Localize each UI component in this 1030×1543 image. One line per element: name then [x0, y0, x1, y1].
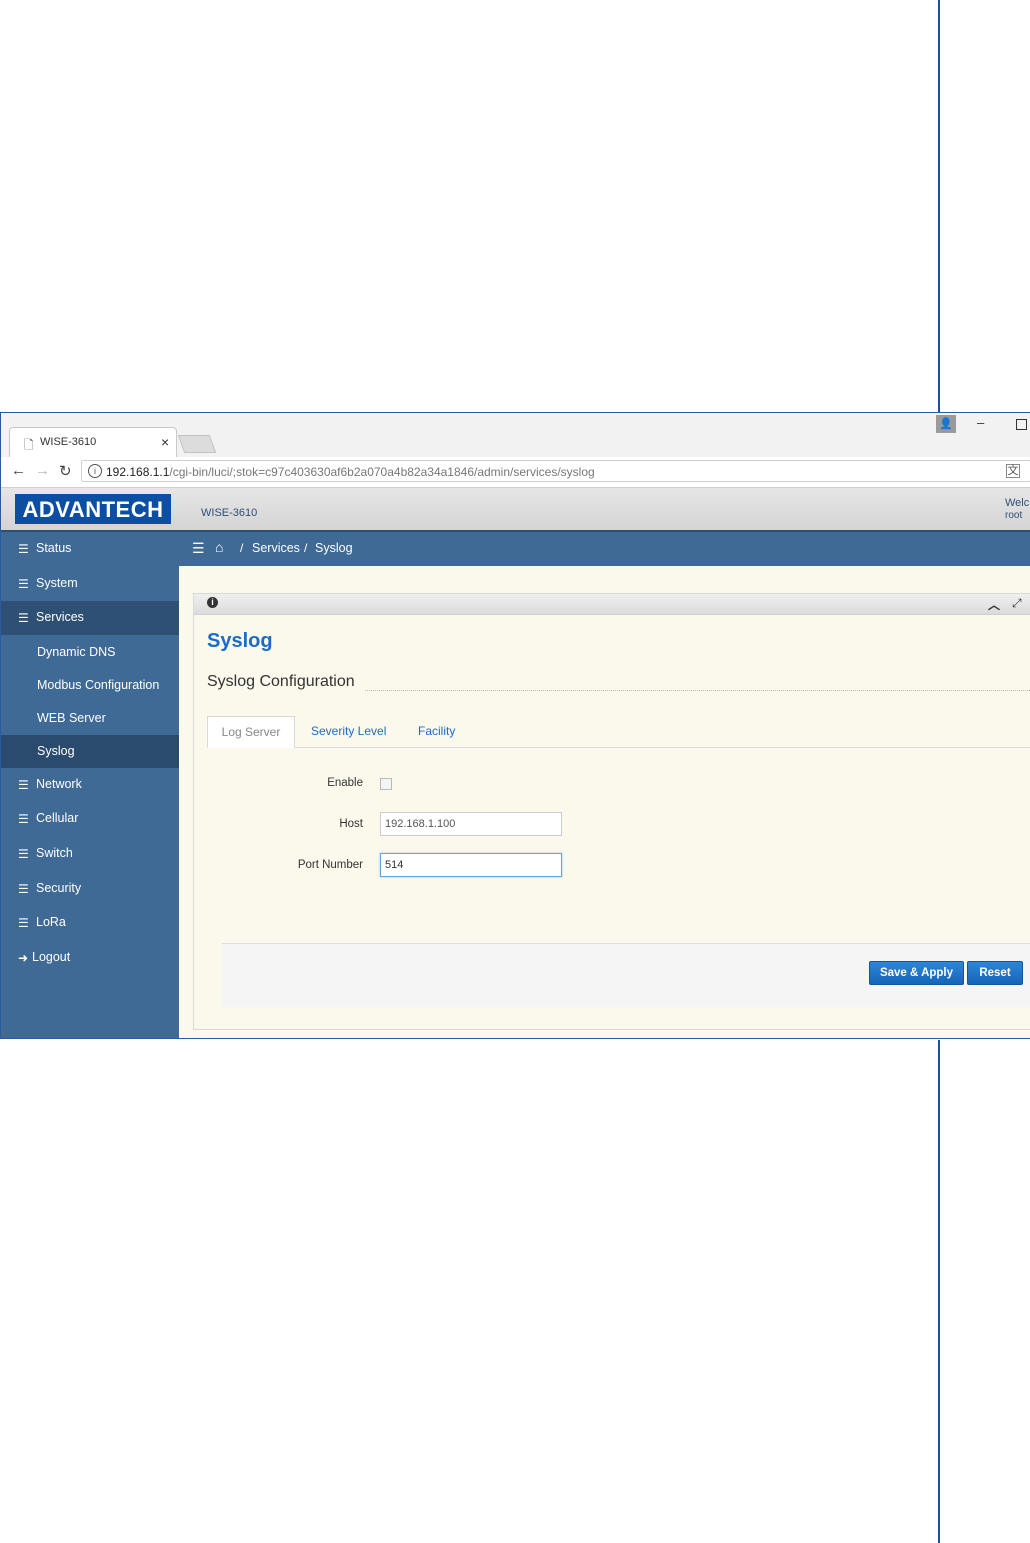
list-icon: ☰ [18, 916, 29, 930]
form-actions: Save & Apply Reset [222, 943, 1030, 1007]
url-text[interactable]: 192.168.1.1/cgi-bin/luci/;stok=c97c40363… [106, 465, 595, 479]
close-tab-icon[interactable]: × [161, 434, 169, 450]
maximize-icon[interactable] [1016, 419, 1027, 430]
sidebar-subitem-syslog[interactable]: Syslog [1, 735, 179, 768]
syslog-panel: i ︿ ⤢ Syslog Syslog Configuration Log Se… [193, 593, 1030, 1030]
new-tab-button[interactable] [177, 435, 217, 453]
browser-tabstrip: 🗋 WISE-3610 × 👤 – [1, 413, 1030, 457]
enable-label: Enable [327, 777, 363, 789]
list-icon: ☰ [18, 542, 29, 556]
section-divider [365, 690, 1030, 691]
forward-arrow-icon[interactable]: → [35, 462, 50, 479]
reset-button[interactable]: Reset [967, 961, 1023, 985]
sidebar-item-security[interactable]: ☰ Security [1, 872, 179, 906]
breadcrumb-separator: / [304, 541, 308, 555]
breadcrumb: ☰ ⌂ / Services / Syslog [179, 532, 1030, 566]
tab-facility[interactable]: Facility [418, 716, 455, 748]
menu-toggle-icon[interactable]: ☰ [192, 540, 205, 557]
sidebar-item-system[interactable]: ☰ System [1, 567, 179, 601]
page-icon: 🗋 [24, 438, 34, 452]
page-title: Syslog [207, 630, 273, 652]
breadcrumb-syslog: Syslog [315, 541, 353, 555]
list-icon: ☰ [18, 812, 29, 826]
tabs-divider [207, 747, 1030, 748]
reload-icon[interactable]: ↻ [59, 462, 72, 480]
sidebar-subitem-dynamic-dns[interactable]: Dynamic DNS [1, 636, 179, 669]
breadcrumb-separator: / [240, 541, 244, 555]
host-input[interactable]: 192.168.1.100 [380, 812, 562, 836]
list-icon: ☰ [18, 577, 29, 591]
info-icon[interactable]: i [88, 464, 102, 478]
sidebar-item-status[interactable]: ☰ Status [1, 532, 179, 566]
margin-rule-bottom [938, 1040, 940, 1543]
browser-tab-title: WISE-3610 [40, 436, 97, 448]
expand-icon[interactable]: ⤢ [1012, 596, 1022, 611]
tab-severity-level[interactable]: Severity Level [311, 716, 386, 748]
back-arrow-icon[interactable]: ← [11, 462, 26, 479]
home-icon[interactable]: ⌂ [215, 539, 223, 555]
app-header: ADVANTECH WISE-3610 Welc root [1, 488, 1030, 532]
chevron-up-icon[interactable]: ︿ [988, 596, 1000, 613]
welcome-text: Welc [1005, 497, 1030, 509]
save-apply-button[interactable]: Save & Apply [869, 961, 964, 985]
sidebar: ☰ Status ☰ System ☰ Services Dynamic DNS… [1, 532, 179, 1038]
sidebar-item-network[interactable]: ☰ Network [1, 768, 179, 802]
username: root [1005, 510, 1023, 521]
list-icon: ☰ [18, 778, 29, 792]
sidebar-item-cellular[interactable]: ☰ Cellular [1, 802, 179, 836]
logout-icon: ➜ [18, 951, 29, 965]
section-title: Syslog Configuration [207, 673, 355, 690]
sidebar-subitem-modbus[interactable]: Modbus Configuration [1, 669, 179, 702]
sidebar-item-switch[interactable]: ☰ Switch [1, 837, 179, 871]
sidebar-subitem-web-server[interactable]: WEB Server [1, 702, 179, 735]
address-bar[interactable]: i 192.168.1.1/cgi-bin/luci/;stok=c97c403… [81, 460, 1030, 482]
list-icon: ☰ [18, 611, 29, 625]
screenshot-frame: 🗋 WISE-3610 × 👤 – ← → ↻ i 192.168.1.1/cg… [0, 412, 1030, 1039]
sidebar-item-services[interactable]: ☰ Services [1, 601, 179, 635]
main-content: i ︿ ⤢ Syslog Syslog Configuration Log Se… [179, 566, 1030, 1038]
browser-toolbar: ← → ↻ i 192.168.1.1/cgi-bin/luci/;stok=c… [1, 457, 1030, 488]
breadcrumb-services[interactable]: Services [252, 541, 300, 555]
sidebar-item-lora[interactable]: ☰ LoRa [1, 906, 179, 940]
list-icon: ☰ [18, 882, 29, 896]
list-icon: ☰ [18, 847, 29, 861]
enable-checkbox[interactable] [380, 778, 392, 790]
host-label: Host [339, 818, 363, 830]
panel-header: i ︿ ⤢ [194, 594, 1030, 615]
advantech-logo: ADVANTECH [15, 494, 171, 524]
port-number-label: Port Number [297, 859, 363, 871]
tab-log-server[interactable]: Log Server [207, 716, 295, 748]
info-icon: i [207, 597, 218, 608]
device-model: WISE-3610 [201, 507, 258, 519]
translate-icon[interactable]: 文 [1006, 464, 1020, 478]
browser-tab[interactable]: 🗋 WISE-3610 × [9, 427, 177, 457]
margin-rule-top [938, 0, 940, 412]
sidebar-item-logout[interactable]: ➜ Logout [1, 941, 179, 975]
profile-icon[interactable]: 👤 [936, 415, 956, 433]
minimize-icon[interactable]: – [977, 415, 984, 430]
port-number-input[interactable]: 514 [380, 853, 562, 877]
